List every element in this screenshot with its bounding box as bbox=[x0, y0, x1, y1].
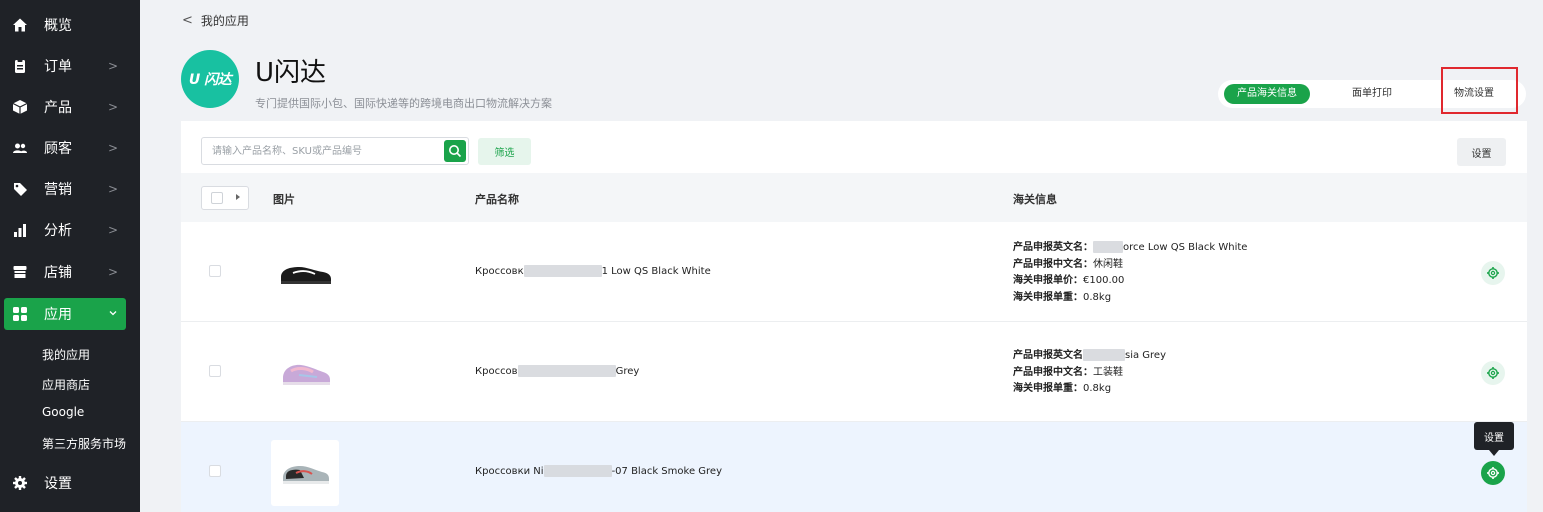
nav-label: 概览 bbox=[44, 18, 72, 34]
back-label: 我的应用 bbox=[200, 14, 249, 28]
product-table-card: 筛选 设置 图片 产品名称 海关信息 Кроссовк1 Low QS Blac… bbox=[181, 121, 1527, 512]
product-name: Кроссов Grey bbox=[475, 365, 640, 377]
filter-button[interactable]: 筛选 bbox=[478, 138, 531, 165]
customs-line: 产品申报中文名：休闲鞋 bbox=[1013, 258, 1123, 270]
row-settings-button[interactable] bbox=[1481, 261, 1505, 285]
box-icon bbox=[12, 99, 28, 115]
product-image bbox=[271, 340, 339, 406]
tag-icon bbox=[12, 181, 28, 197]
nav-item-settings[interactable]: 设置 bbox=[0, 466, 140, 500]
nav-item-marketing[interactable]: 营销 > bbox=[0, 172, 140, 206]
row-checkbox[interactable] bbox=[209, 365, 221, 377]
customs-line: 产品申报英文名 sia Grey bbox=[1013, 349, 1167, 361]
nav-label: 产品 bbox=[44, 100, 72, 116]
row-checkbox[interactable] bbox=[209, 465, 221, 477]
nav-label: 营销 bbox=[44, 182, 72, 198]
logo-text: U 闪达 bbox=[188, 72, 232, 88]
select-all-checkbox[interactable] bbox=[211, 192, 223, 204]
nav-item-overview[interactable]: 概览 bbox=[0, 8, 140, 42]
app-description: 专门提供国际小包、国际快递等的跨境电商出口物流解决方案 bbox=[255, 97, 552, 110]
row-checkbox[interactable] bbox=[209, 265, 221, 277]
nav-item-store[interactable]: 店铺 > bbox=[0, 255, 140, 289]
customs-line: 海关申报单价：€100.00 bbox=[1013, 275, 1125, 286]
product-image bbox=[271, 440, 339, 506]
gear-icon bbox=[1487, 267, 1499, 279]
chevron-right-icon: > bbox=[108, 141, 119, 155]
nav-label: 设置 bbox=[44, 476, 72, 492]
sidebar: 概览 订单 > 产品 > 顾客 > 营销 > 分析 > 店铺 > 应用 我的应用… bbox=[0, 0, 140, 512]
search-box bbox=[201, 137, 469, 165]
nav-label: 店铺 bbox=[44, 265, 72, 281]
customs-line: 海关申报单重：0.8kg bbox=[1013, 383, 1112, 394]
settings-button[interactable]: 设置 bbox=[1457, 138, 1506, 166]
table-header: 图片 产品名称 海关信息 bbox=[181, 173, 1527, 222]
caret-right-icon bbox=[234, 190, 242, 206]
back-link[interactable]: < 我的应用 bbox=[182, 12, 249, 29]
gear-icon bbox=[1487, 467, 1499, 479]
chevron-left-icon: < bbox=[182, 13, 193, 28]
table-row: Кроссовки Ni -07 Black Smoke Grey bbox=[181, 422, 1527, 512]
nav-item-products[interactable]: 产品 > bbox=[0, 90, 140, 124]
redaction bbox=[517, 365, 616, 377]
sub-item-google[interactable]: Google bbox=[42, 405, 84, 419]
customs-line: 产品申报英文名： orce Low QS Black White bbox=[1013, 241, 1248, 253]
select-all-dropdown[interactable] bbox=[201, 186, 249, 210]
search-icon bbox=[449, 145, 462, 158]
search-button[interactable] bbox=[444, 140, 466, 162]
home-icon bbox=[12, 17, 28, 33]
table-row: Кроссовк 1 Low QS Black White 产品申报英文名： orc… bbox=[181, 222, 1527, 322]
gear-icon bbox=[12, 475, 28, 491]
sub-item-my-apps[interactable]: 我的应用 bbox=[42, 346, 90, 363]
apps-grid-icon bbox=[12, 306, 28, 322]
product-image bbox=[271, 240, 339, 306]
tooltip-arrow bbox=[1489, 450, 1499, 456]
nav-item-analytics[interactable]: 分析 > bbox=[0, 213, 140, 247]
product-name: Кроссовк 1 Low QS Black White bbox=[475, 265, 711, 277]
nav-label: 顾客 bbox=[44, 141, 72, 157]
sub-item-app-store[interactable]: 应用商店 bbox=[42, 376, 90, 393]
nav-item-orders[interactable]: 订单 > bbox=[0, 49, 140, 83]
customs-line: 产品申报中文名：工装鞋 bbox=[1013, 366, 1123, 378]
clipboard-icon bbox=[12, 58, 28, 74]
tab-label-printing[interactable]: 面单打印 bbox=[1338, 84, 1406, 104]
row-settings-button[interactable] bbox=[1481, 461, 1505, 485]
customs-info: 产品申报英文名： orce Low QS Black White 产品申报中文名：… bbox=[1013, 240, 1247, 306]
column-header-customs-info: 海关信息 bbox=[1013, 193, 1057, 206]
customs-line: 海关申报单重：0.8kg bbox=[1013, 291, 1112, 303]
search-input[interactable] bbox=[202, 138, 442, 164]
row-settings-button[interactable] bbox=[1481, 361, 1505, 385]
page-title: U闪达 bbox=[255, 58, 327, 88]
customs-info: 产品申报英文名 sia Grey 产品申报中文名：工装鞋 海关申报单重：0.8kg bbox=[1013, 348, 1166, 398]
chevron-right-icon: > bbox=[108, 100, 119, 114]
nav-label: 订单 bbox=[44, 59, 72, 75]
product-name: Кроссовки Ni -07 Black Smoke Grey bbox=[475, 465, 722, 477]
nav-item-apps[interactable]: 应用 bbox=[4, 298, 126, 330]
column-header-image: 图片 bbox=[273, 193, 295, 206]
app-logo: U 闪达 bbox=[181, 50, 239, 108]
redaction bbox=[543, 465, 612, 477]
nav-label: 应用 bbox=[44, 307, 72, 323]
users-icon bbox=[12, 140, 28, 156]
redaction bbox=[523, 265, 602, 277]
chevron-right-icon: > bbox=[108, 265, 119, 279]
column-header-product-name: 产品名称 bbox=[475, 193, 519, 206]
tab-customs-info[interactable]: 产品海关信息 bbox=[1224, 84, 1310, 104]
highlight-box bbox=[1441, 67, 1518, 114]
gear-icon bbox=[1487, 367, 1499, 379]
table-row: Кроссов Grey 产品申报英文名 sia Grey 产品申报中文名：工装鞋 … bbox=[181, 322, 1527, 422]
sub-item-third-party-market[interactable]: 第三方服务市场 bbox=[42, 435, 126, 452]
settings-tooltip: 设置 bbox=[1474, 422, 1514, 450]
chevron-right-icon: > bbox=[108, 223, 119, 237]
chevron-right-icon: > bbox=[108, 59, 119, 73]
chevron-right-icon: > bbox=[108, 182, 119, 196]
nav-item-customers[interactable]: 顾客 > bbox=[0, 131, 140, 165]
store-icon bbox=[12, 264, 28, 280]
bar-chart-icon bbox=[12, 222, 28, 238]
nav-label: 分析 bbox=[44, 223, 72, 239]
chevron-down-icon bbox=[108, 307, 118, 321]
